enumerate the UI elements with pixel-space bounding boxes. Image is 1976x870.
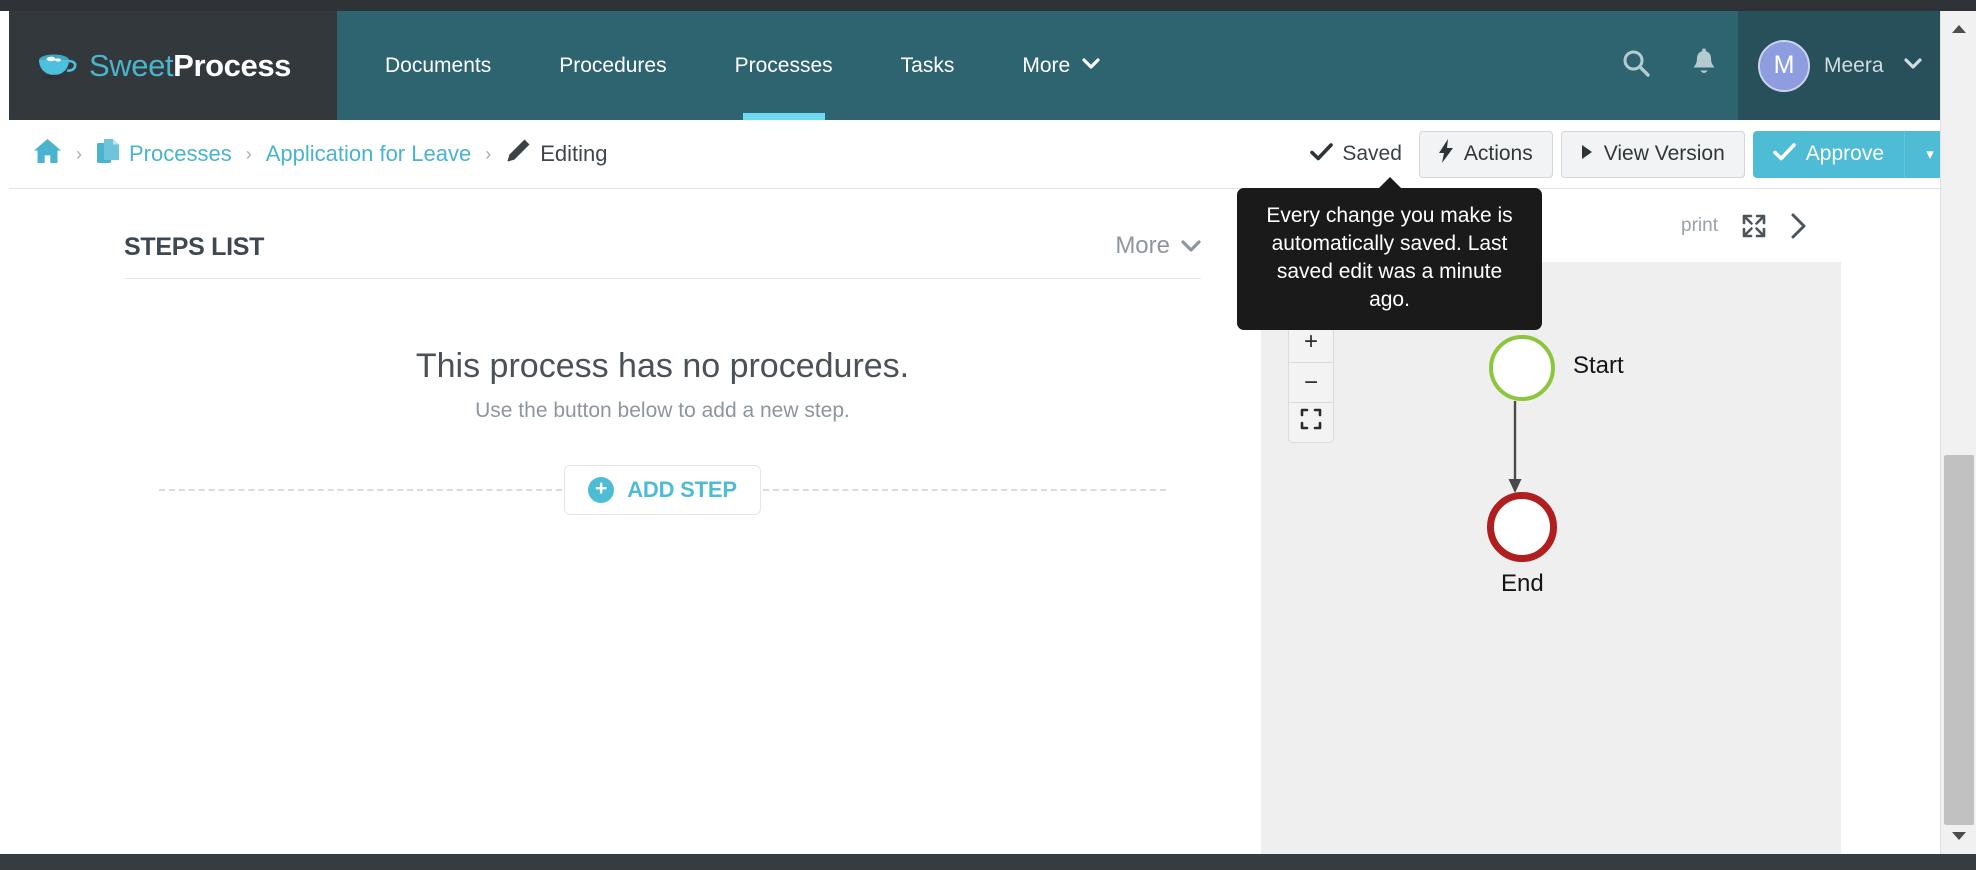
fit-screen-icon — [1300, 408, 1322, 437]
play-icon — [1581, 142, 1594, 166]
breadcrumb-item-editing-label: Editing — [540, 141, 608, 166]
breadcrumb-item-application-for-leave[interactable]: Application for Leave — [266, 141, 471, 167]
view-version-button[interactable]: View Version — [1560, 130, 1745, 178]
divider-left — [159, 489, 563, 491]
actions-button-label: Actions — [1463, 142, 1533, 165]
browser-left-edge — [0, 11, 9, 854]
flow-node-end-label: End — [1501, 570, 1544, 597]
breadcrumb-home[interactable] — [33, 138, 62, 171]
user-name-label: Meera — [1824, 53, 1884, 77]
view-version-button-label: View Version — [1603, 142, 1725, 165]
flowchart-canvas[interactable]: + − Start End — [1261, 262, 1841, 854]
breadcrumb-separator: › — [245, 143, 252, 164]
documents-icon — [96, 138, 120, 171]
saved-status[interactable]: Saved — [1310, 142, 1402, 167]
nav-item-procedures-label: Procedures — [559, 53, 667, 77]
chevron-down-icon — [1181, 232, 1201, 260]
divider-right — [762, 489, 1167, 491]
steps-list-panel: STEPS LIST More This process has no proc… — [9, 190, 1261, 854]
plus-circle-icon: + — [588, 477, 615, 503]
brand-name: SweetProcess — [89, 48, 291, 84]
breadcrumb-separator: › — [485, 143, 492, 164]
nav-item-documents-label: Documents — [385, 53, 492, 77]
print-button[interactable]: print — [1681, 215, 1718, 237]
nav-item-processes-label: Processes — [734, 53, 833, 77]
brand-logo[interactable]: SweetProcess — [9, 11, 337, 120]
brand-name-first: Sweet — [89, 47, 174, 83]
flow-connector-arrow — [1508, 401, 1522, 493]
right-rail — [1841, 380, 1949, 870]
chevron-right-icon[interactable] — [1790, 213, 1807, 239]
add-step-button-label: ADD STEP — [627, 477, 737, 502]
expand-arrows-icon[interactable] — [1742, 214, 1766, 238]
scroll-down-button[interactable] — [1941, 818, 1976, 854]
breadcrumb-bar: › Processes › Application for Leave › Ed… — [9, 120, 1976, 189]
empty-state-title: This process has no procedures. — [415, 347, 910, 385]
breadcrumb-separator: › — [76, 143, 82, 164]
search-button[interactable] — [1602, 11, 1670, 120]
breadcrumb-item-processes[interactable]: Processes — [96, 138, 232, 171]
breadcrumb-item-editing: Editing — [505, 138, 607, 170]
nav-item-tasks-label: Tasks — [900, 53, 955, 77]
saved-status-label: Saved — [1342, 142, 1402, 165]
check-icon — [1772, 142, 1796, 167]
primary-nav-links: Documents Procedures Processes Tasks Mor… — [337, 11, 1602, 120]
fit-screen-button[interactable] — [1289, 402, 1333, 442]
coffee-cup-icon — [35, 49, 79, 83]
flow-node-end[interactable] — [1487, 492, 1557, 562]
browser-top-edge — [0, 0, 1976, 11]
breadcrumb-item-processes-label: Processes — [129, 141, 232, 166]
empty-state: This process has no procedures. Use the … — [124, 279, 1201, 423]
saved-tooltip: Every change you make is automatically s… — [1237, 188, 1542, 330]
search-icon — [1621, 48, 1651, 83]
home-icon — [33, 138, 62, 171]
flowchart-zoom-controls: + − — [1288, 321, 1334, 443]
add-step-row: + ADD STEP — [124, 465, 1201, 515]
bolt-icon — [1438, 139, 1454, 169]
browser-bottom-edge — [0, 854, 1976, 870]
empty-state-subtitle: Use the button below to add a new step. — [475, 399, 850, 422]
bell-icon — [1691, 48, 1717, 83]
nav-item-more[interactable]: More — [988, 11, 1134, 120]
scroll-up-button[interactable] — [1941, 11, 1976, 47]
nav-item-tasks[interactable]: Tasks — [867, 11, 989, 120]
document-actions: Saved Actions View Version Approve ▾ — [1310, 130, 1956, 178]
zoom-out-button[interactable]: − — [1289, 362, 1333, 402]
breadcrumb-item-application-for-leave-label: Application for Leave — [265, 141, 472, 166]
approve-button-label: Approve — [1805, 142, 1884, 165]
flow-node-start-label: Start — [1573, 352, 1624, 379]
flow-node-start[interactable] — [1489, 335, 1555, 401]
caret-down-icon: ▾ — [1926, 146, 1934, 163]
scrollbar-thumb[interactable] — [1944, 455, 1974, 825]
check-icon — [1310, 142, 1334, 167]
nav-item-processes[interactable]: Processes — [701, 11, 867, 120]
page-title: STEPS LIST — [124, 233, 265, 261]
steps-more-dropdown[interactable]: More — [1115, 232, 1201, 262]
breadcrumb: › Processes › Application for Leave › Ed… — [33, 138, 1310, 171]
overview-toolbar: print — [1681, 213, 1807, 239]
add-step-button[interactable]: + ADD STEP — [564, 465, 761, 515]
main-content: STEPS LIST More This process has no proc… — [9, 190, 1959, 870]
steps-list-header: STEPS LIST More — [124, 232, 1201, 279]
nav-item-more-label: More — [1022, 53, 1071, 77]
chevron-down-icon — [1903, 57, 1922, 75]
nav-item-documents[interactable]: Documents — [351, 11, 525, 120]
avatar-initial: M — [1773, 51, 1795, 79]
brand-name-second: Process — [173, 47, 292, 83]
nav-item-procedures[interactable]: Procedures — [525, 11, 700, 120]
page-scrollbar[interactable] — [1940, 11, 1976, 854]
steps-more-label: More — [1115, 232, 1170, 259]
approve-button[interactable]: Approve — [1752, 130, 1904, 178]
avatar: M — [1758, 39, 1810, 92]
nav-right-section: M Meera — [1602, 11, 1976, 120]
pencil-icon — [505, 138, 531, 170]
notifications-button[interactable] — [1670, 11, 1738, 120]
chevron-down-icon — [1082, 57, 1100, 74]
actions-button[interactable]: Actions — [1418, 130, 1553, 178]
top-navigation-bar: SweetProcess Documents Procedures Proces… — [9, 11, 1976, 120]
